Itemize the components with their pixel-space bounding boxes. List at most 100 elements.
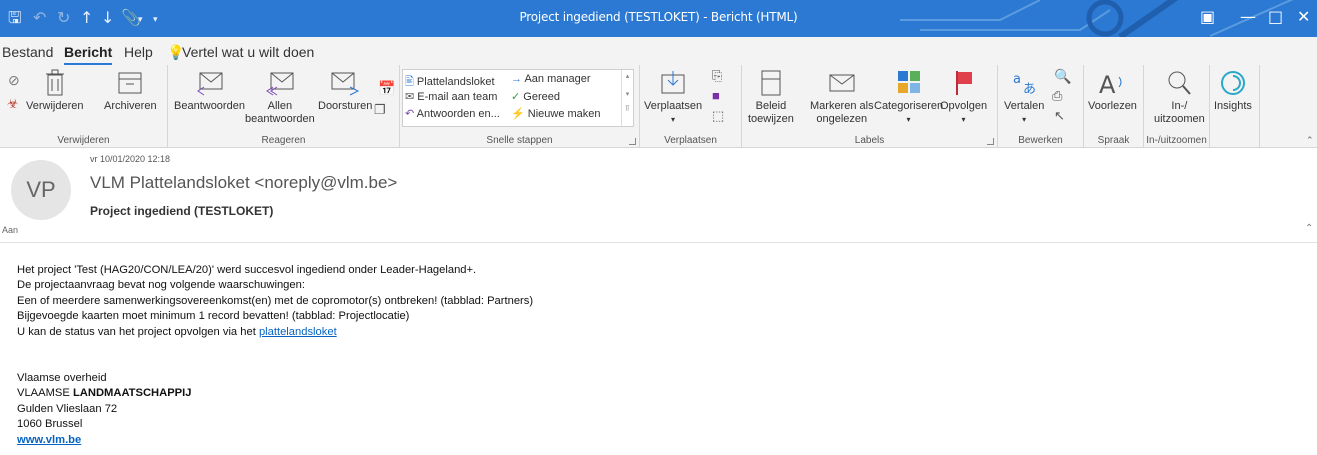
dialog-launcher-icon[interactable] [987,138,994,145]
delete-button[interactable]: Verwijderen [26,69,83,113]
quick-step-icon: 🖹 [405,76,414,88]
envelope-icon: ✉ [405,91,415,103]
message-date: vr 10/01/2020 12:18 [90,154,171,164]
mark-unread-button[interactable]: Markeren als ongelezen [810,69,874,126]
reply-button[interactable]: Beantwoorden [174,69,245,113]
forward-button[interactable]: Doorsturen [318,69,372,113]
envelope-icon [829,74,855,92]
dropdown-icon[interactable]: ▾ [874,113,943,126]
body-line: Het project 'Test (HAG20/CON/LEA/20)' we… [17,264,477,276]
signature: Vlaamse overheid VLAAMSE LANDMAATSCHAPPI… [17,371,533,448]
scroll-down-icon[interactable]: ▾ [622,90,633,98]
rules-icon[interactable]: ⎘ [712,69,722,83]
policy-icon [761,70,781,96]
body-line: De projectaanvraag bevat nog volgende wa… [17,279,305,292]
dropdown-icon[interactable]: ▾ [644,113,702,126]
read-aloud-button[interactable]: A Voorlezen [1088,69,1137,113]
translate-button[interactable]: aあ Vertalen ▾ [1004,69,1044,126]
group-label: In-/uitzoomen [1146,135,1207,146]
meeting-icon[interactable]: 📅 [378,81,395,95]
group-verplaatsen: Verplaatsen ▾ ⎘ ■ ⬚ Verplaatsen [640,65,742,148]
more-respond-icon[interactable]: ❐ [374,103,386,117]
tell-me-search[interactable]: Vertel wat u wilt doen [182,44,314,60]
insights-button[interactable]: Insights [1214,69,1252,113]
window-title: Project ingediend (TESTLOKET) - Bericht … [519,10,798,24]
group-label: Verplaatsen [664,135,717,146]
gallery-scroll[interactable]: ▴ ▾ ⫪ [621,70,633,126]
to-label: Aan [2,225,19,235]
follow-up-button[interactable]: Opvolgen ▾ [940,69,987,126]
tab-help[interactable]: Help [124,44,153,60]
dropdown-icon[interactable]: ▾ [940,113,987,126]
reply-all-button[interactable]: Allen beantwoorden [245,69,315,126]
group-reageren: Beantwoorden Allen beantwoorden Doorstur… [168,65,400,148]
reply-icon [197,72,223,96]
categorize-icon [897,71,920,93]
group-label: Snelle stappen [486,135,553,146]
svg-text:あ: あ [1023,82,1036,97]
message-header: VP vr 10/01/2020 12:18 VLM Plattelandslo… [0,148,1317,243]
body-line-status: U kan de status van het project opvolgen… [17,325,337,338]
website-link[interactable]: www.vlm.be [17,434,81,446]
checkmark-icon: ✓ [511,91,521,103]
dialog-launcher-icon[interactable] [629,138,636,145]
search-icon[interactable]: 🔍 [1054,69,1071,83]
dropdown-icon[interactable]: ▾ [1004,113,1044,126]
zoom-button[interactable]: In-/ uitzoomen [1154,69,1205,126]
quick-step-done[interactable]: ✓ Gereed [511,90,560,103]
plattelandsloket-link[interactable]: plattelandsloket [259,326,337,338]
tab-bericht[interactable]: Bericht [64,44,113,65]
trash-icon [45,69,64,96]
quick-steps-gallery: 🖹 Plattelandsloket ✉ E-mail aan team ↶ A… [402,69,634,127]
signature-city: 1060 Brussel [17,418,83,431]
cleanup-icon[interactable]: ☣ [7,97,19,111]
group-snelle-stappen: 🖹 Plattelandsloket ✉ E-mail aan team ↶ A… [400,65,640,148]
expand-header-icon[interactable]: ⌃ [1305,223,1313,234]
move-icon [661,71,685,94]
sender[interactable]: VLM Plattelandsloket <noreply@vlm.be> [90,173,397,193]
group-label: Spraak [1097,135,1130,146]
signature-line: Vlaamse overheid [17,372,107,385]
arrow-right-icon: → [511,73,522,85]
archive-icon [118,72,142,94]
ignore-icon[interactable]: ⊘ [8,73,20,87]
archive-button[interactable]: Archiveren [104,69,157,113]
ribbon-display-options-icon[interactable]: ▣ [1200,6,1215,28]
group-label: Bewerken [1018,135,1063,146]
onenote-icon[interactable]: ■ [712,89,720,103]
svg-text:A: A [1099,71,1116,97]
group-zoom: In-/ uitzoomen In-/uitzoomen [1144,65,1210,148]
reply-all-icon [265,72,294,96]
group-spraak: A Voorlezen Spraak [1084,65,1144,148]
quick-step-reply-delete[interactable]: ↶ Antwoorden en... [405,107,500,120]
quick-step-manager[interactable]: → Aan manager [511,73,591,85]
group-label: Verwijderen [57,135,110,146]
gallery-expand-icon[interactable]: ⫪ [622,104,633,114]
close-icon[interactable]: ✕ [1297,6,1310,28]
quick-step-new[interactable]: ⚡ Nieuwe maken [511,107,601,120]
menu-bar: Bestand Bericht Help 💡 Vertel wat u wilt… [0,37,1317,65]
message-body: Het project 'Test (HAG20/CON/LEA/20)' we… [17,263,533,448]
svg-text:a: a [1013,72,1021,87]
insights-icon [1220,71,1245,95]
select-cursor-icon[interactable]: ↖ [1054,109,1065,123]
reply-icon: ↶ [405,108,415,120]
related-icon[interactable]: ⎙ [1052,89,1062,103]
assign-policy-button[interactable]: Beleid toewijzen [748,69,794,126]
title-bar: 🖫 ↶ ↻ ↑ ↓ 📎 ▾ ▾ Project ingediend (TESTL… [0,0,1317,37]
forward-icon [331,72,360,96]
collapse-ribbon-icon[interactable]: ⌃ [1306,133,1314,147]
maximize-icon[interactable]: □ [1268,6,1283,28]
group-insights: Insights [1210,65,1260,148]
quick-step-email-team[interactable]: ✉ E-mail aan team [405,90,497,103]
group-labels: Beleid toewijzen Markeren als ongelezen … [742,65,998,148]
tab-bestand[interactable]: Bestand [2,44,53,60]
categorize-button[interactable]: Categoriseren ▾ [874,69,943,126]
translate-icon: aあ [1013,72,1036,97]
actions-icon[interactable]: ⬚ [712,109,724,123]
move-button[interactable]: Verplaatsen ▾ [644,69,702,126]
avatar: VP [11,160,71,220]
scroll-up-icon[interactable]: ▴ [622,72,633,80]
minimize-icon[interactable]: — [1240,6,1256,28]
flag-icon [955,71,972,95]
